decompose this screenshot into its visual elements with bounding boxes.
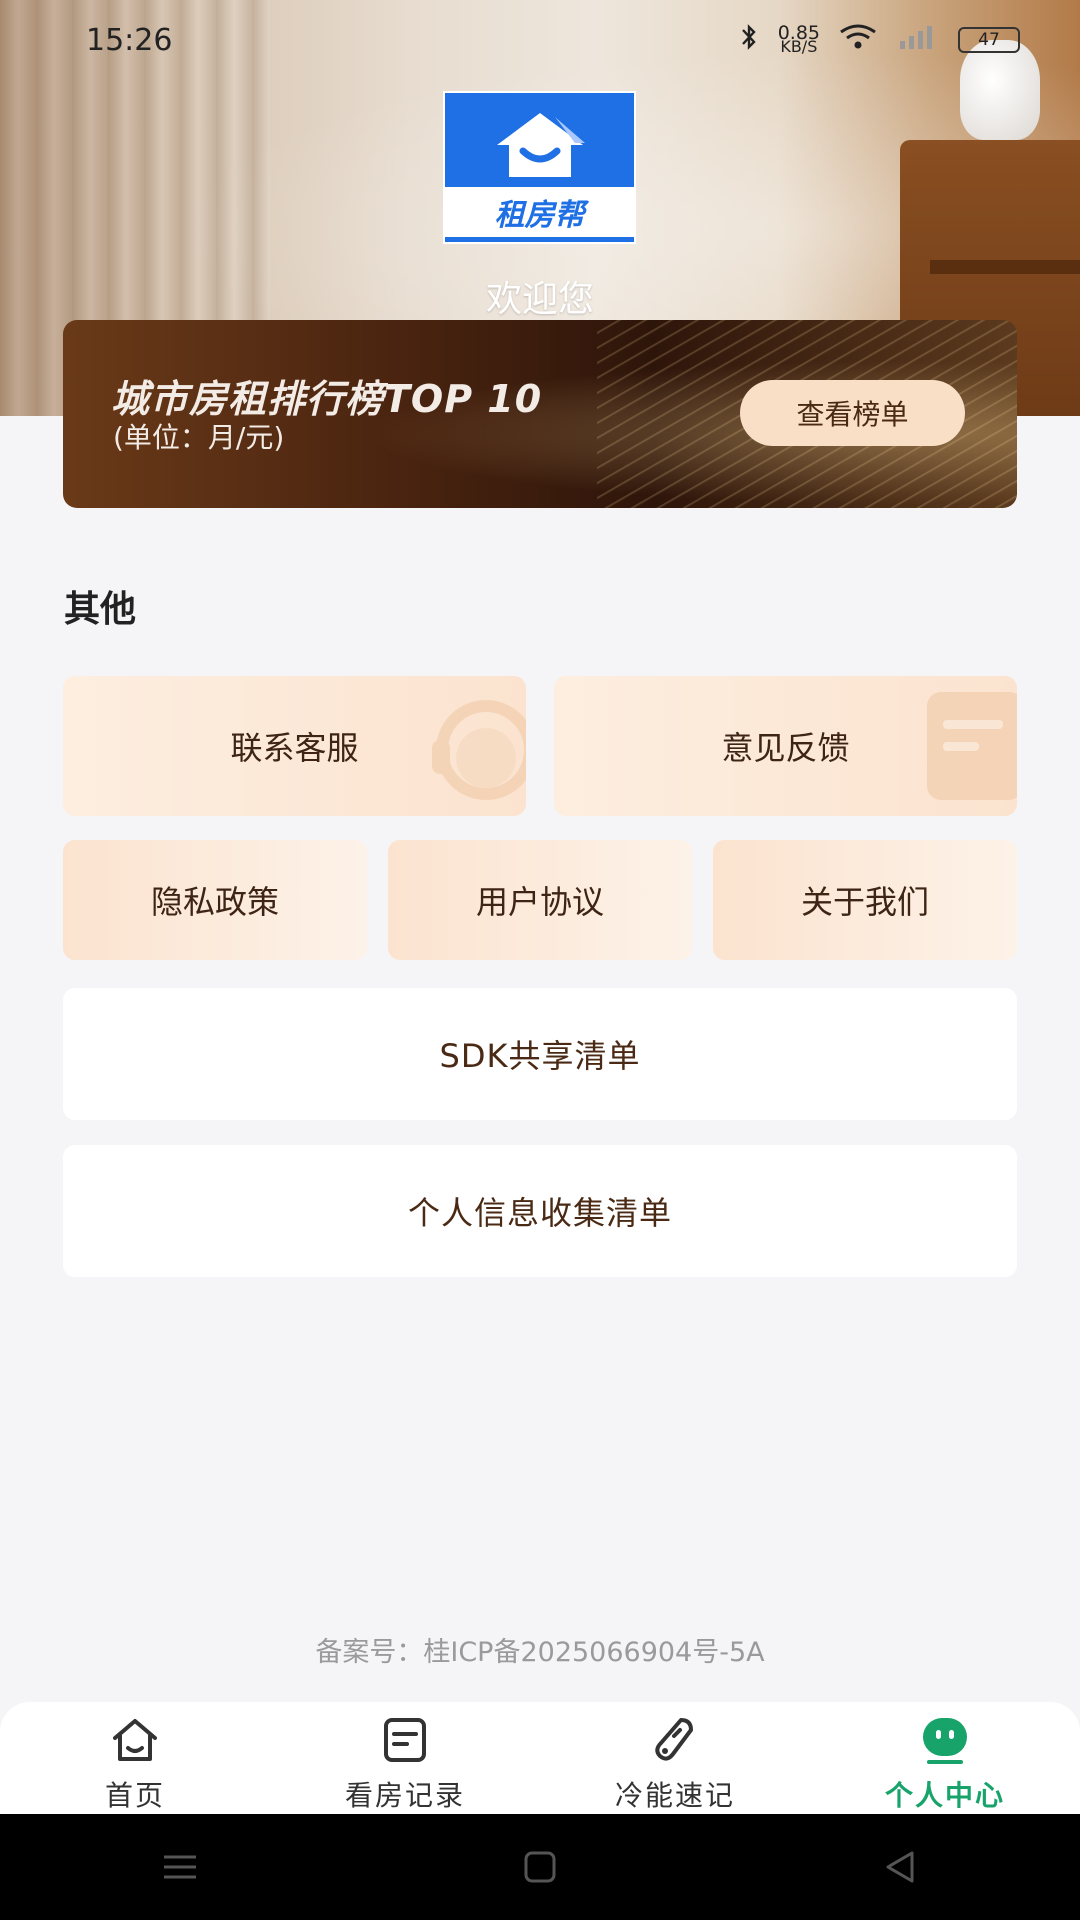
- contact-service-label: 联系客服: [230, 729, 359, 767]
- app-logo: 租房帮: [443, 91, 636, 244]
- headset-icon: [432, 700, 526, 800]
- banner-title: 城市房租排行榜TOP 10: [111, 377, 543, 421]
- tab-quick-notes-label: 冷能速记: [614, 1779, 735, 1812]
- system-navigation-bar: [0, 1814, 1080, 1920]
- tab-viewing-records-label: 看房记录: [344, 1779, 465, 1812]
- menu-icon[interactable]: [158, 1845, 202, 1889]
- tab-home[interactable]: 首页: [0, 1702, 270, 1814]
- status-time: 15:26: [86, 22, 173, 58]
- sdk-list-card[interactable]: SDK共享清单: [63, 988, 1017, 1120]
- rent-ranking-banner[interactable]: 城市房租排行榜TOP 10 (单位：月/元) 查看榜单: [63, 320, 1017, 508]
- home-icon: [113, 1719, 157, 1761]
- home-square-icon[interactable]: [518, 1845, 562, 1889]
- welcome-text: 欢迎您: [485, 279, 594, 320]
- personal-info-list-card[interactable]: 个人信息收集清单: [63, 1145, 1017, 1277]
- signal-icon: [896, 23, 940, 57]
- contact-service-card[interactable]: 联系客服: [63, 676, 526, 816]
- thermometer-icon: [655, 1718, 693, 1761]
- wifi-icon: [838, 23, 878, 57]
- status-bar: 15:26 0.85 KB/S 47: [0, 0, 1080, 80]
- tab-viewing-records[interactable]: 看房记录: [270, 1702, 540, 1814]
- battery-indicator: 47: [958, 27, 1020, 53]
- house-icon: [496, 113, 585, 177]
- network-speed-unit: KB/S: [780, 37, 818, 56]
- tab-profile[interactable]: 个人中心: [810, 1702, 1080, 1814]
- about-us-card[interactable]: 关于我们: [713, 840, 1017, 960]
- banner-subtitle: (单位：月/元): [113, 421, 285, 454]
- tab-profile-label: 个人中心: [884, 1779, 1005, 1812]
- profile-icon: [923, 1718, 967, 1764]
- view-ranking-button[interactable]: 查看榜单: [740, 380, 965, 446]
- icp-record: 备案号：桂ICP备2025066904号-5A: [315, 1637, 765, 1668]
- privacy-policy-card[interactable]: 隐私政策: [63, 840, 367, 960]
- section-title: 其他: [64, 589, 137, 630]
- feedback-icon: [927, 692, 1017, 800]
- network-speed: 0.85 KB/S: [778, 24, 820, 56]
- logo-text: 租房帮: [445, 187, 634, 237]
- bottom-tab-bar: 首页 看房记录 冷能速记 个人中心: [0, 1702, 1080, 1814]
- note-icon: [384, 1718, 426, 1762]
- back-icon[interactable]: [878, 1845, 922, 1889]
- status-indicators: 0.85 KB/S 47: [738, 23, 1020, 57]
- tab-home-label: 首页: [104, 1779, 165, 1812]
- bluetooth-icon: [738, 23, 760, 57]
- user-agreement-card[interactable]: 用户协议: [388, 840, 692, 960]
- feedback-card[interactable]: 意见反馈: [554, 676, 1017, 816]
- feedback-label: 意见反馈: [721, 729, 850, 767]
- tab-quick-notes[interactable]: 冷能速记: [540, 1702, 810, 1814]
